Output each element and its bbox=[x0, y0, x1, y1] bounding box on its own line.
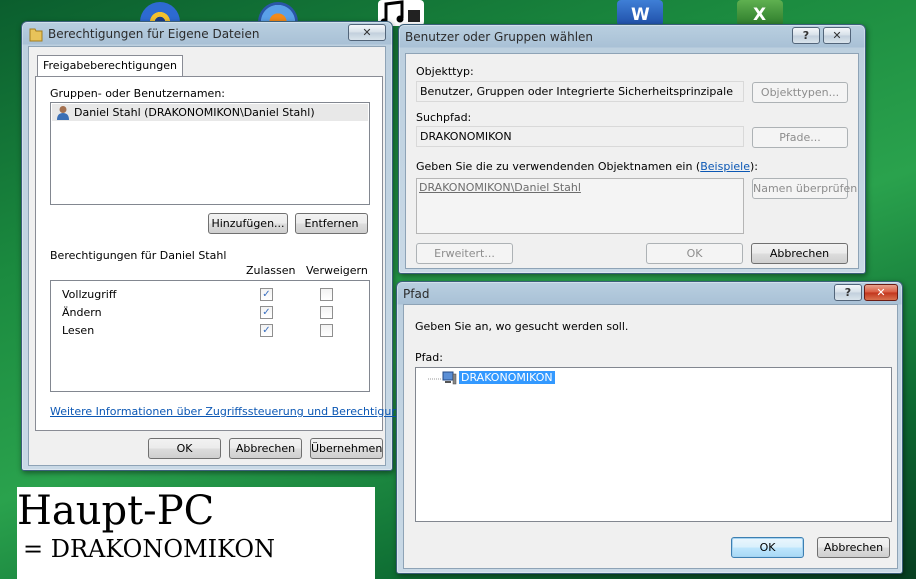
check-names-button[interactable]: Namen überprüfen bbox=[752, 178, 857, 199]
cancel-button[interactable]: Abbrechen bbox=[817, 537, 890, 558]
help-button[interactable]: ? bbox=[834, 284, 862, 301]
object-names-label-end: ): bbox=[749, 160, 758, 173]
path-tree[interactable]: DRAKONOMIKON bbox=[415, 367, 892, 522]
deny-change-checkbox[interactable]: ✓ bbox=[320, 306, 333, 319]
permission-change: Ändern bbox=[62, 306, 102, 319]
paths-button[interactable]: Pfade... bbox=[752, 127, 848, 148]
object-type-field: Benutzer, Gruppen oder Integrierte Siche… bbox=[416, 81, 744, 102]
list-item[interactable]: Daniel Stahl (DRAKONOMIKON\Daniel Stahl) bbox=[52, 104, 368, 121]
tree-item-drakonomikon[interactable]: DRAKONOMIKON bbox=[459, 371, 555, 384]
prompt-text: Geben Sie an, wo gesucht werden soll. bbox=[415, 320, 629, 333]
tab-panel: Gruppen- oder Benutzernamen: Daniel Stah… bbox=[35, 76, 419, 431]
path-label: Pfad: bbox=[415, 351, 443, 364]
allow-change-checkbox[interactable]: ✓ bbox=[260, 306, 273, 319]
search-path-label: Suchpfad: bbox=[416, 111, 472, 124]
word-icon[interactable]: W bbox=[617, 0, 663, 26]
deny-read-checkbox[interactable]: ✓ bbox=[320, 324, 333, 337]
select-users-window: Benutzer oder Gruppen wählen ? ✕ Objektt… bbox=[398, 24, 866, 274]
path-window: Pfad ? ✕ Geben Sie an, wo gesucht werden… bbox=[396, 281, 903, 574]
more-info-link[interactable]: Weitere Informationen über Zugriffssteue… bbox=[50, 405, 419, 418]
annotation-title: Haupt-PC bbox=[17, 488, 215, 534]
object-names-label: Geben Sie die zu verwendenden Objektname… bbox=[416, 160, 758, 173]
permissions-list: Vollzugriff ✓ ✓ Ändern ✓ ✓ Lesen ✓ ✓ bbox=[50, 280, 370, 392]
examples-link[interactable]: Beispiele bbox=[700, 160, 750, 173]
permission-read: Lesen bbox=[62, 324, 95, 337]
deny-column-header: Verweigern bbox=[306, 264, 368, 277]
object-names-label-start: Geben Sie die zu verwendenden Objektname… bbox=[416, 160, 701, 173]
help-button[interactable]: ? bbox=[792, 27, 820, 44]
close-button[interactable]: ✕ bbox=[864, 284, 898, 301]
permissions-label: Berechtigungen für Daniel Stahl bbox=[50, 249, 227, 262]
cancel-button[interactable]: Abbrechen bbox=[229, 438, 302, 459]
window-title: Pfad bbox=[403, 287, 430, 301]
permissions-window: Berechtigungen für Eigene Dateien ✕ Frei… bbox=[21, 21, 419, 471]
client-area: Geben Sie an, wo gesucht werden soll. Pf… bbox=[403, 304, 898, 569]
ok-button[interactable]: OK bbox=[731, 537, 804, 558]
object-type-label: Objekttyp: bbox=[416, 65, 474, 78]
advanced-button[interactable]: Erweitert... bbox=[416, 243, 513, 264]
remove-button[interactable]: Entfernen bbox=[295, 213, 368, 234]
user-icon bbox=[57, 106, 69, 120]
ok-button[interactable]: OK bbox=[148, 438, 221, 459]
window-title: Benutzer oder Gruppen wählen bbox=[405, 30, 594, 44]
close-button[interactable]: ✕ bbox=[348, 24, 386, 41]
annotation-subtitle: = DRAKONOMIKON bbox=[23, 535, 276, 563]
computer-icon bbox=[442, 371, 457, 385]
cancel-button[interactable]: Abbrechen bbox=[751, 243, 848, 264]
permission-full-control: Vollzugriff bbox=[62, 288, 117, 301]
user-name: Daniel Stahl (DRAKONOMIKON\Daniel Stahl) bbox=[74, 106, 315, 119]
svg-text:X: X bbox=[753, 5, 766, 25]
close-button[interactable]: ✕ bbox=[823, 27, 851, 44]
add-button[interactable]: Hinzufügen... bbox=[208, 213, 288, 234]
ok-button[interactable]: OK bbox=[646, 243, 743, 264]
users-list[interactable]: Daniel Stahl (DRAKONOMIKON\Daniel Stahl) bbox=[50, 102, 370, 205]
client-area: Objekttyp: Benutzer, Gruppen oder Integr… bbox=[405, 53, 859, 269]
tab-freigabeberechtigungen[interactable]: Freigabeberechtigungen bbox=[37, 55, 183, 77]
object-names-value: DRAKONOMIKON\Daniel Stahl bbox=[419, 181, 581, 194]
excel-icon[interactable]: X bbox=[737, 0, 783, 26]
svg-text:W: W bbox=[631, 5, 650, 25]
object-types-button[interactable]: Objekttypen... bbox=[752, 82, 848, 103]
client-area: Freigabeberechtigungen Gruppen- oder Ben… bbox=[28, 46, 419, 466]
annotation-box: Haupt-PC = DRAKONOMIKON bbox=[17, 487, 375, 579]
allow-full-control-checkbox[interactable]: ✓ bbox=[260, 288, 273, 301]
apply-button[interactable]: Übernehmen bbox=[310, 438, 383, 459]
allow-column-header: Zulassen bbox=[246, 264, 296, 277]
object-names-input[interactable]: DRAKONOMIKON\Daniel Stahl bbox=[416, 178, 744, 234]
folder-icon bbox=[29, 28, 43, 42]
window-title: Berechtigungen für Eigene Dateien bbox=[48, 27, 260, 41]
search-path-field: DRAKONOMIKON bbox=[416, 126, 744, 147]
allow-read-checkbox[interactable]: ✓ bbox=[260, 324, 273, 337]
deny-full-control-checkbox[interactable]: ✓ bbox=[320, 288, 333, 301]
groups-label: Gruppen- oder Benutzernamen: bbox=[50, 87, 226, 100]
